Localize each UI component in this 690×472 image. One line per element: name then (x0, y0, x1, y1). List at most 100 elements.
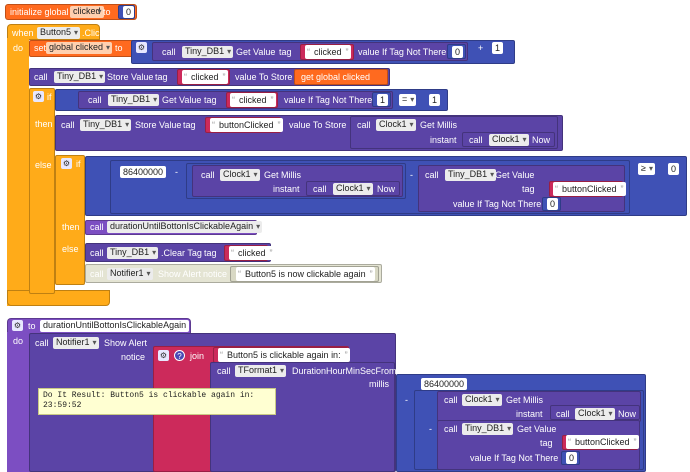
tformat-duration-block[interactable] (210, 362, 395, 472)
cond2-now-call-label: call (313, 184, 327, 194)
if2-if-label: if (76, 159, 81, 169)
cond2-gv-component-dropdown[interactable]: Tiny_DB1 (445, 169, 497, 181)
store2-tag-string[interactable]: buttonClicked (210, 118, 283, 132)
alert-now-call-label: call (556, 409, 570, 419)
procedure-def-body (7, 332, 31, 472)
get-value-component-dropdown[interactable]: Tiny_DB1 (182, 46, 234, 58)
store2-method-label: Store Value (135, 120, 182, 130)
init-number-field[interactable]: 0 (123, 6, 135, 18)
clock-now-call-label: call (469, 135, 483, 145)
cond2-gv-default-number[interactable]: 0 (547, 198, 559, 210)
show-alert-notice-label: notice (121, 352, 146, 362)
cond2-gv-tag-string[interactable]: buttonClicked (553, 182, 626, 196)
alert-gv-component-dropdown[interactable]: Tiny_DB1 (462, 423, 514, 435)
alert-now-clock-dropdown[interactable]: Clock1 (575, 408, 615, 420)
store2-call-label: call (61, 120, 75, 130)
init-to-label: to (103, 7, 111, 17)
subtract-operator-label: - (175, 167, 178, 177)
cond2-instant-label: instant (273, 184, 300, 194)
store-tag-string[interactable]: clicked (182, 70, 228, 84)
cond2-now-method-label: Now (377, 184, 396, 194)
alert-subtract-number-field[interactable]: 86400000 (421, 378, 468, 390)
set-var-dropdown[interactable]: global clicked (46, 42, 113, 54)
if1-default-label: value If Tag Not There (284, 95, 373, 105)
get-value-default-number[interactable]: 0 (452, 46, 464, 58)
clock-now-method-label: Now (532, 135, 551, 145)
if1-tag-string[interactable]: clicked (230, 93, 276, 107)
join-help-question-icon[interactable]: ? (174, 350, 185, 361)
join-label: join (190, 351, 205, 361)
cond2-gv-tag-label: tag (522, 184, 535, 194)
alert-gm-method-label: Get Millis (506, 395, 544, 405)
equals-operator-dropdown[interactable]: = (399, 94, 417, 106)
disabled-notifier-call-label: call (90, 269, 104, 279)
cond2-now-clock-dropdown[interactable]: Clock1 (333, 183, 373, 195)
clock-component-dropdown[interactable]: Clock1 (376, 119, 416, 131)
event-component-dropdown[interactable]: Button5 (37, 27, 81, 39)
procedure-do-label: do (13, 336, 24, 346)
clear-tag-string[interactable]: clicked (229, 246, 275, 260)
tformat-method-label: DurationHourMinSecFrom (292, 366, 397, 376)
call-procedure-name-dropdown[interactable]: durationUntilBottonIsClickableAgain (107, 221, 263, 233)
tformat-call-label: call (217, 366, 231, 376)
if2-mutator-gear-icon[interactable]: ⚙ (61, 158, 72, 169)
gte-operator-dropdown[interactable]: ≥ (638, 163, 655, 175)
init-global-label: initialize global (10, 7, 69, 17)
show-alert-method-label: Show Alert (104, 338, 148, 348)
set-label: set (34, 43, 47, 53)
alert-gv-tag-string[interactable]: buttonClicked (566, 435, 639, 449)
store2-component-dropdown[interactable]: Tiny_DB1 (80, 119, 132, 131)
do-label: do (13, 43, 24, 53)
if1-mutator-gear-icon[interactable]: ⚙ (33, 91, 44, 102)
get-value-method-label: Get Value (236, 47, 276, 57)
get-value-tag-string[interactable]: clicked (305, 45, 351, 59)
clear-tag-method-label: .Clear Tag (161, 248, 202, 258)
if1-else-label: else (35, 160, 52, 170)
alert-gv-default-label: value If Tag Not There (470, 453, 559, 463)
if1-method-label: Get Value (162, 95, 202, 105)
tformat-component-dropdown[interactable]: TFormat1 (235, 365, 287, 377)
disabled-notice-string[interactable]: Button5 is now clickable again (236, 267, 375, 281)
show-alert-notifier-dropdown[interactable]: Notifier1 (53, 337, 99, 349)
disabled-notifier-component-dropdown[interactable]: Notifier1 (107, 268, 153, 280)
cond2-gm-method-label: Get Millis (264, 170, 302, 180)
store-method-label: Store Value (107, 72, 154, 82)
mutator-gear-icon[interactable]: ⚙ (136, 42, 147, 53)
join-mutator-gear-icon[interactable]: ⚙ (158, 350, 169, 361)
cond2-gm-clock-dropdown[interactable]: Clock1 (220, 169, 260, 181)
clock-now-component-dropdown[interactable]: Clock1 (489, 134, 529, 146)
gte-right-number[interactable]: 0 (668, 163, 680, 175)
init-var-name-field[interactable]: clicked (70, 6, 104, 18)
cond2-gv-call-label: call (425, 170, 439, 180)
event-name-label: .Click (82, 28, 104, 38)
show-alert-call-label: call (35, 338, 49, 348)
alert-gv-call-label: call (444, 424, 458, 434)
alert-now-method-label: Now (618, 409, 637, 419)
if1-component-dropdown[interactable]: Tiny_DB1 (108, 94, 160, 106)
subtract-inner-operator-label: - (410, 170, 413, 180)
store-component-dropdown[interactable]: Tiny_DB1 (54, 71, 106, 83)
procedure-name-field[interactable]: durationUntilBottonIsClickableAgain (40, 320, 190, 332)
get-value-default-label: value If Tag Not There (358, 47, 447, 57)
subtract-number-field[interactable]: 86400000 (120, 166, 167, 178)
alert-gm-clock-dropdown[interactable]: Clock1 (462, 394, 502, 406)
alert-gm-call-label: call (444, 395, 458, 405)
alert-instant-label: instant (516, 409, 543, 419)
tformat-millis-label: millis (369, 379, 389, 389)
alert-subtract-inner-operator-label: - (429, 424, 432, 434)
if1-default-number[interactable]: 1 (377, 94, 389, 106)
store2-tag-label: tag (183, 120, 196, 130)
clear-tag-component-dropdown[interactable]: Tiny_DB1 (107, 247, 159, 259)
procedure-mutator-gear-icon[interactable]: ⚙ (12, 320, 23, 331)
alert-gv-default-number[interactable]: 0 (566, 452, 578, 464)
join-string[interactable]: Button5 is clickable again in: (218, 348, 350, 362)
add-right-number-field[interactable]: 1 (492, 42, 504, 54)
equals-right-number[interactable]: 1 (429, 94, 441, 106)
store-call-label: call (34, 72, 48, 82)
if-block-2[interactable] (55, 155, 85, 285)
clock-instant-label: instant (430, 135, 457, 145)
alert-subtract-operator-label: - (405, 395, 408, 405)
clock-call-label: call (357, 120, 371, 130)
get-value-tag-label: tag (279, 47, 292, 57)
if1-if-label: if (47, 92, 52, 102)
